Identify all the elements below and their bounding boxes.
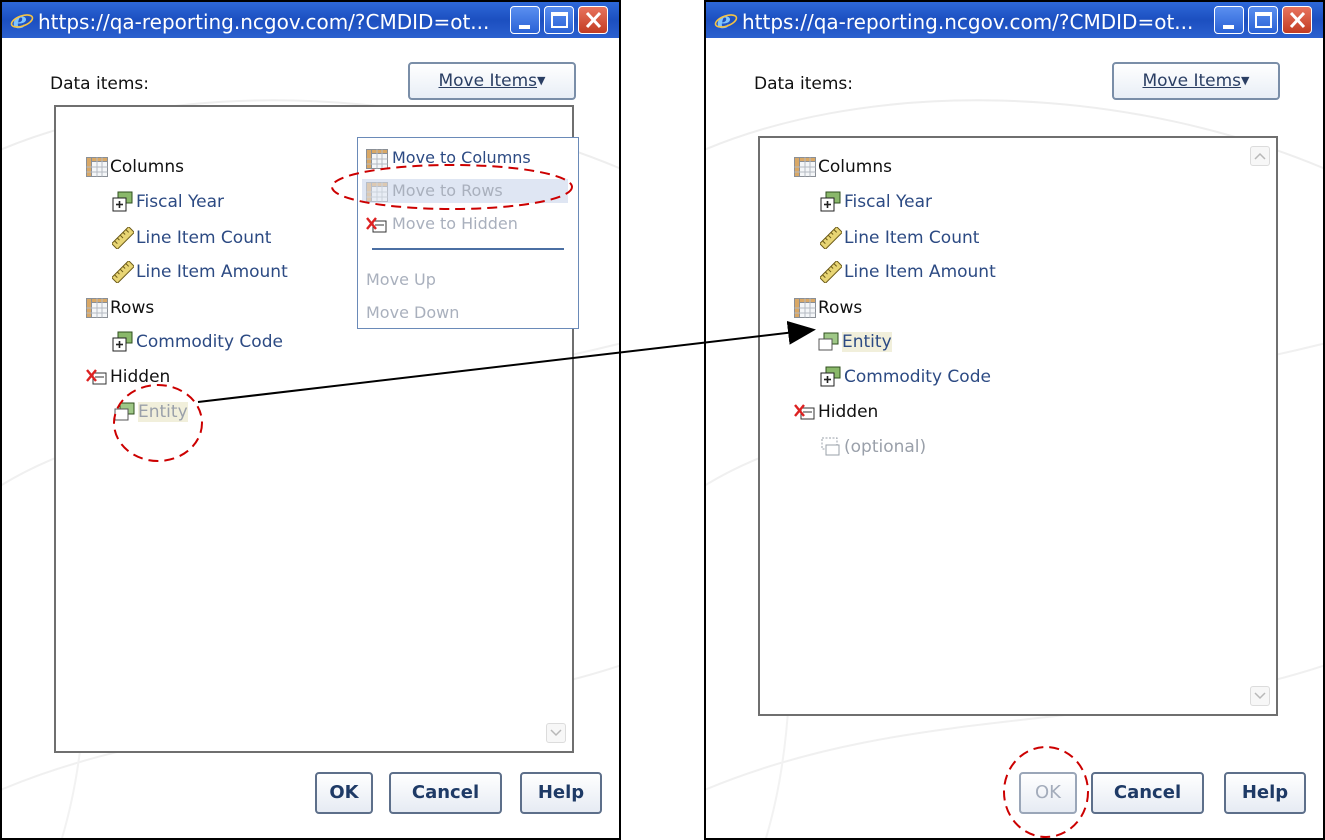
cancel-button[interactable]: Cancel — [1091, 772, 1204, 814]
menu-separator — [372, 248, 564, 250]
hidden-icon — [86, 368, 108, 386]
chevron-down-icon — [1254, 692, 1266, 700]
data-items-label: Data items: — [754, 74, 853, 94]
dimension-icon — [112, 331, 133, 352]
svg-text:e: e — [13, 8, 27, 32]
tree-item-entity[interactable]: Entity — [818, 329, 892, 355]
ok-button[interactable]: OK — [315, 772, 373, 814]
title-bar[interactable]: e https://qa-reporting.ncgov.com/?CMDID=… — [2, 2, 619, 38]
tree-group-hidden[interactable]: Hidden — [86, 364, 170, 390]
dimension-icon — [112, 191, 133, 212]
tree-group-columns[interactable]: Columns — [794, 154, 892, 180]
scroll-down-button[interactable] — [1250, 686, 1270, 706]
move-items-button[interactable]: Move Items▼ — [408, 62, 576, 100]
maximize-button[interactable] — [544, 6, 574, 34]
title-bar[interactable]: e https://qa-reporting.ncgov.com/?CMDID=… — [706, 2, 1323, 38]
close-icon — [1289, 11, 1306, 29]
ok-button[interactable]: OK — [1019, 772, 1077, 814]
table-icon — [366, 181, 388, 202]
hidden-icon — [794, 403, 816, 421]
tree-item-fiscal-year[interactable]: Fiscal Year — [112, 189, 224, 215]
move-items-label: Move Items — [438, 71, 538, 91]
minimize-button[interactable] — [1214, 6, 1244, 34]
ruler-icon — [112, 227, 134, 249]
tree-item-optional[interactable]: (optional) — [820, 434, 926, 460]
chevron-up-icon — [1254, 152, 1266, 160]
dialog-after: e https://qa-reporting.ncgov.com/?CMDID=… — [704, 0, 1325, 840]
tree-group-hidden[interactable]: Hidden — [794, 399, 878, 425]
maximize-icon — [1255, 12, 1272, 28]
scroll-down-button[interactable] — [546, 723, 566, 743]
tree-item-fiscal-year[interactable]: Fiscal Year — [820, 189, 932, 215]
close-button[interactable] — [578, 6, 608, 34]
scroll-up-button[interactable] — [1250, 146, 1270, 166]
ie-icon: e — [10, 8, 34, 32]
move-items-menu: Move to Columns Move to Rows Move to Hid… — [357, 137, 579, 329]
caret-down-icon: ▼ — [537, 74, 546, 87]
window-title: https://qa-reporting.ncgov.com/?CMDID=ot… — [742, 10, 1194, 34]
maximize-icon — [551, 12, 568, 28]
help-button[interactable]: Help — [520, 772, 602, 814]
ruler-icon — [820, 227, 842, 249]
dialog-before: e https://qa-reporting.ncgov.com/?CMDID=… — [0, 0, 621, 840]
menu-item-move-to-hidden[interactable]: Move to Hidden — [366, 212, 518, 236]
minimize-button[interactable] — [510, 6, 540, 34]
close-icon — [585, 11, 602, 29]
dimension-icon — [114, 402, 135, 421]
minimize-icon — [519, 25, 530, 29]
tree-item-commodity-code[interactable]: Commodity Code — [820, 364, 991, 390]
move-items-button[interactable]: Move Items▼ — [1112, 62, 1280, 100]
table-icon — [794, 298, 816, 318]
dimension-icon — [818, 332, 839, 351]
ruler-icon — [820, 261, 842, 283]
cancel-button[interactable]: Cancel — [389, 772, 502, 814]
data-items-tree[interactable] — [758, 136, 1278, 716]
dimension-icon — [820, 191, 841, 212]
help-button[interactable]: Help — [1224, 772, 1306, 814]
maximize-button[interactable] — [1248, 6, 1278, 34]
minimize-icon — [1223, 25, 1234, 29]
tree-item-line-item-count[interactable]: Line Item Count — [820, 225, 979, 251]
dimension-icon — [820, 366, 841, 387]
placeholder-icon — [821, 437, 840, 456]
table-icon — [86, 157, 108, 177]
tree-item-line-item-amount[interactable]: Line Item Amount — [112, 259, 288, 285]
table-icon — [366, 148, 388, 169]
tree-item-line-item-amount[interactable]: Line Item Amount — [820, 259, 996, 285]
tree-group-columns[interactable]: Columns — [86, 154, 184, 180]
tree-item-entity[interactable]: Entity — [114, 399, 188, 425]
hidden-icon — [366, 216, 388, 233]
chevron-down-icon — [550, 729, 562, 737]
tree-group-rows[interactable]: Rows — [794, 295, 862, 321]
menu-item-move-down[interactable]: Move Down — [366, 301, 459, 325]
data-items-label: Data items: — [50, 74, 149, 94]
ie-icon: e — [714, 8, 738, 32]
close-button[interactable] — [1282, 6, 1312, 34]
tree-group-rows[interactable]: Rows — [86, 295, 154, 321]
table-icon — [86, 298, 108, 318]
menu-item-move-to-rows[interactable]: Move to Rows — [362, 179, 568, 203]
ruler-icon — [112, 261, 134, 283]
table-icon — [794, 157, 816, 177]
menu-item-move-to-columns[interactable]: Move to Columns — [366, 146, 531, 170]
move-items-label: Move Items — [1142, 71, 1242, 91]
tree-item-line-item-count[interactable]: Line Item Count — [112, 225, 271, 251]
svg-text:e: e — [717, 8, 731, 32]
tree-item-commodity-code[interactable]: Commodity Code — [112, 329, 283, 355]
menu-item-move-up[interactable]: Move Up — [366, 268, 436, 292]
caret-down-icon: ▼ — [1241, 74, 1250, 87]
window-title: https://qa-reporting.ncgov.com/?CMDID=ot… — [38, 10, 490, 34]
